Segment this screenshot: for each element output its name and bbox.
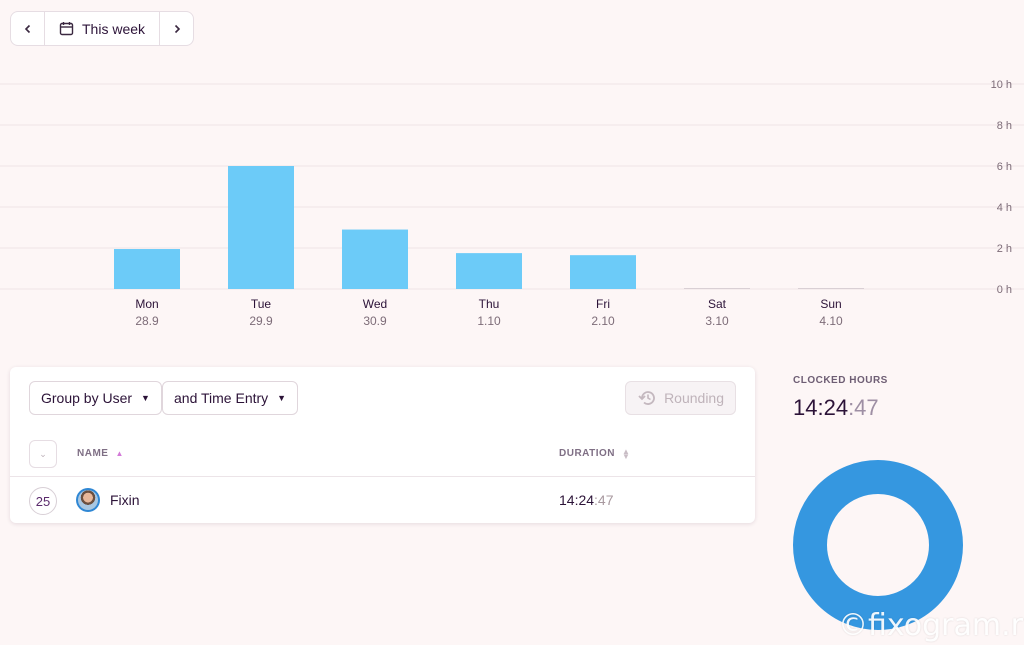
x-tick-date: 30.9 bbox=[363, 314, 387, 328]
chevron-left-icon bbox=[24, 24, 30, 33]
rounding-label: Rounding bbox=[664, 390, 724, 406]
x-tick-day: Mon bbox=[135, 297, 158, 311]
x-tick-date: 4.10 bbox=[819, 314, 843, 328]
x-tick-day: Fri bbox=[596, 297, 610, 311]
x-tick-day: Sun bbox=[820, 297, 841, 311]
sort-icon: ▲ ▼ bbox=[622, 446, 631, 461]
user-name: Fixin bbox=[110, 492, 140, 508]
hours-bar-chart: 0 h 2 h 4 h 6 h 8 h 10 h Mon 28.9 Tue 29.9 Wed 30.9… bbox=[0, 79, 1024, 328]
clocked-seconds: :47 bbox=[848, 395, 879, 420]
y-tick-label: 0 h bbox=[997, 284, 1012, 296]
bar-thu[interactable] bbox=[456, 253, 522, 289]
row-duration: 14:24:47 bbox=[559, 492, 614, 508]
expand-all-button[interactable]: ⌄ bbox=[29, 440, 57, 468]
duration-seconds: :47 bbox=[594, 492, 614, 508]
clocked-main: 14:24 bbox=[793, 395, 849, 420]
x-tick-date: 3.10 bbox=[705, 314, 729, 328]
x-tick-day: Wed bbox=[363, 297, 387, 311]
y-tick-label: 8 h bbox=[997, 120, 1012, 132]
rounding-button[interactable]: Rounding bbox=[625, 381, 736, 415]
table-header: ⌄ NAME ▲ DURATION ▲ ▼ bbox=[10, 439, 755, 477]
date-navigation: This week bbox=[10, 11, 195, 46]
donut-ring bbox=[793, 460, 963, 630]
name-column-label: NAME bbox=[77, 448, 109, 459]
date-range-label: This week bbox=[82, 20, 146, 37]
bar-wed[interactable] bbox=[342, 229, 408, 289]
sort-ascending-icon: ▲ bbox=[115, 449, 124, 458]
x-tick-day: Sat bbox=[708, 297, 727, 311]
history-icon bbox=[638, 391, 655, 405]
duration-main: 14:24 bbox=[559, 492, 595, 508]
y-tick-label: 6 h bbox=[997, 161, 1012, 173]
bar-sat[interactable] bbox=[684, 288, 750, 289]
clocked-hours-summary: CLOCKED HOURS 14:24:47 bbox=[793, 375, 888, 421]
table-row[interactable]: 25 Fixin 14:24:47 bbox=[10, 478, 755, 523]
chevron-down-icon: ⌄ bbox=[39, 448, 47, 459]
group-by-dropdown[interactable]: Group by User ▼ bbox=[29, 381, 162, 415]
duration-column-header[interactable]: DURATION ▲ ▼ bbox=[559, 446, 631, 461]
date-range-picker[interactable]: This week bbox=[44, 12, 161, 45]
next-week-button[interactable] bbox=[160, 12, 193, 45]
clocked-hours-value: 14:24:47 bbox=[793, 395, 888, 421]
entry-count-badge[interactable]: 25 bbox=[29, 487, 57, 515]
bar-sun[interactable] bbox=[798, 288, 864, 289]
report-table: Group by User ▼ and Time Entry ▼ Roundin… bbox=[10, 367, 755, 523]
chevron-right-icon bbox=[174, 24, 180, 33]
sub-group-label: and Time Entry bbox=[174, 390, 269, 406]
y-tick-label: 4 h bbox=[997, 202, 1012, 214]
bar-mon[interactable] bbox=[114, 249, 180, 289]
avatar bbox=[76, 488, 100, 512]
chevron-down-icon: ▼ bbox=[277, 393, 287, 403]
x-tick-date: 2.10 bbox=[591, 314, 615, 328]
x-tick-date: 28.9 bbox=[135, 314, 159, 328]
previous-week-button[interactable] bbox=[11, 12, 44, 45]
group-by-label: Group by User bbox=[41, 390, 133, 406]
calendar-icon bbox=[59, 22, 74, 36]
clocked-hours-label: CLOCKED HOURS bbox=[793, 375, 888, 386]
x-tick-date: 29.9 bbox=[249, 314, 273, 328]
bar-fri[interactable] bbox=[570, 255, 636, 289]
x-tick-day: Thu bbox=[479, 297, 500, 311]
duration-column-label: DURATION bbox=[559, 448, 616, 459]
sub-group-dropdown[interactable]: and Time Entry ▼ bbox=[162, 381, 299, 415]
x-tick-date: 1.10 bbox=[477, 314, 501, 328]
y-tick-label: 10 h bbox=[991, 79, 1012, 91]
y-tick-label: 2 h bbox=[997, 243, 1012, 255]
watermark: ©fixogram.ru bbox=[838, 608, 1024, 643]
chevron-down-icon: ▼ bbox=[141, 393, 150, 403]
bar-tue[interactable] bbox=[228, 166, 294, 289]
name-column-header[interactable]: NAME ▲ bbox=[77, 448, 124, 459]
x-tick-day: Tue bbox=[251, 297, 272, 311]
